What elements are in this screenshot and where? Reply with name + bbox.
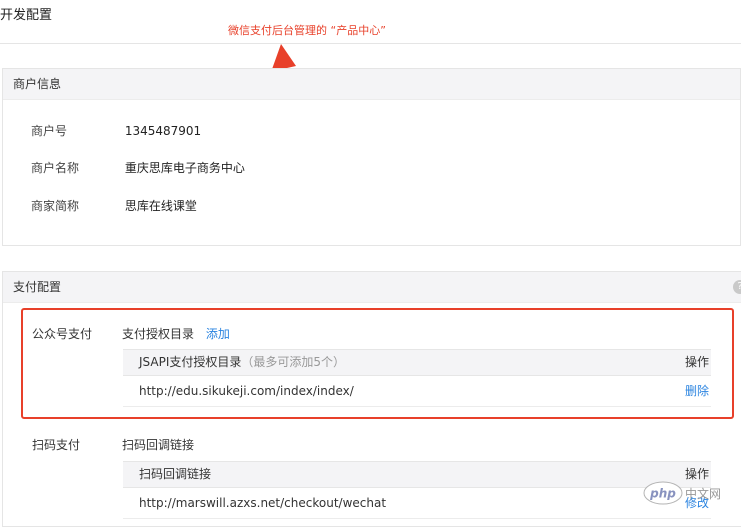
scan-callback-title: 扫码回调链接 — [122, 438, 195, 452]
annotation-label: 微信支付后台管理的 “产品中心” — [228, 24, 386, 37]
scan-callback-url: http://marswill.azxs.net/checkout/wechat — [139, 496, 387, 510]
merchant-id-value: 1345487901 — [124, 124, 202, 138]
page-title: 开发配置 — [0, 8, 53, 23]
php-watermark-logo: php 中文网 — [643, 481, 721, 505]
merchant-short-name-label: 商家简称 — [31, 199, 80, 213]
scan-callback-column-header: 扫码回调链接 — [139, 467, 212, 481]
scan-pay-label: 扫码支付 — [32, 438, 81, 452]
merchant-info-panel: 商户信息 — [2, 68, 741, 246]
svg-text:php: php — [649, 487, 676, 501]
merchant-info-header: 商户信息 — [3, 69, 740, 100]
merchant-id-label: 商户号 — [31, 124, 68, 138]
merchant-name-row: 商户名称 重庆思库电子商务中心 — [31, 159, 245, 176]
table-row: http://marswill.azxs.net/checkout/wechat… — [123, 488, 711, 519]
scan-table-header: 扫码回调链接 操作 — [123, 461, 711, 488]
merchant-name-value: 重庆思库电子商务中心 — [124, 161, 245, 175]
pay-config-header: 支付配置 — [3, 272, 741, 303]
merchant-short-name-row: 商家简称 思库在线课堂 — [31, 197, 197, 214]
merchant-name-label: 商户名称 — [31, 161, 80, 175]
svg-text:中文网: 中文网 — [685, 486, 721, 501]
merchant-id-row: 商户号 1345487901 — [31, 122, 201, 139]
highlight-box — [21, 308, 734, 419]
header-divider — [0, 43, 741, 44]
merchant-short-name-value: 思库在线课堂 — [124, 199, 197, 213]
help-icon[interactable]: ? — [733, 280, 741, 294]
